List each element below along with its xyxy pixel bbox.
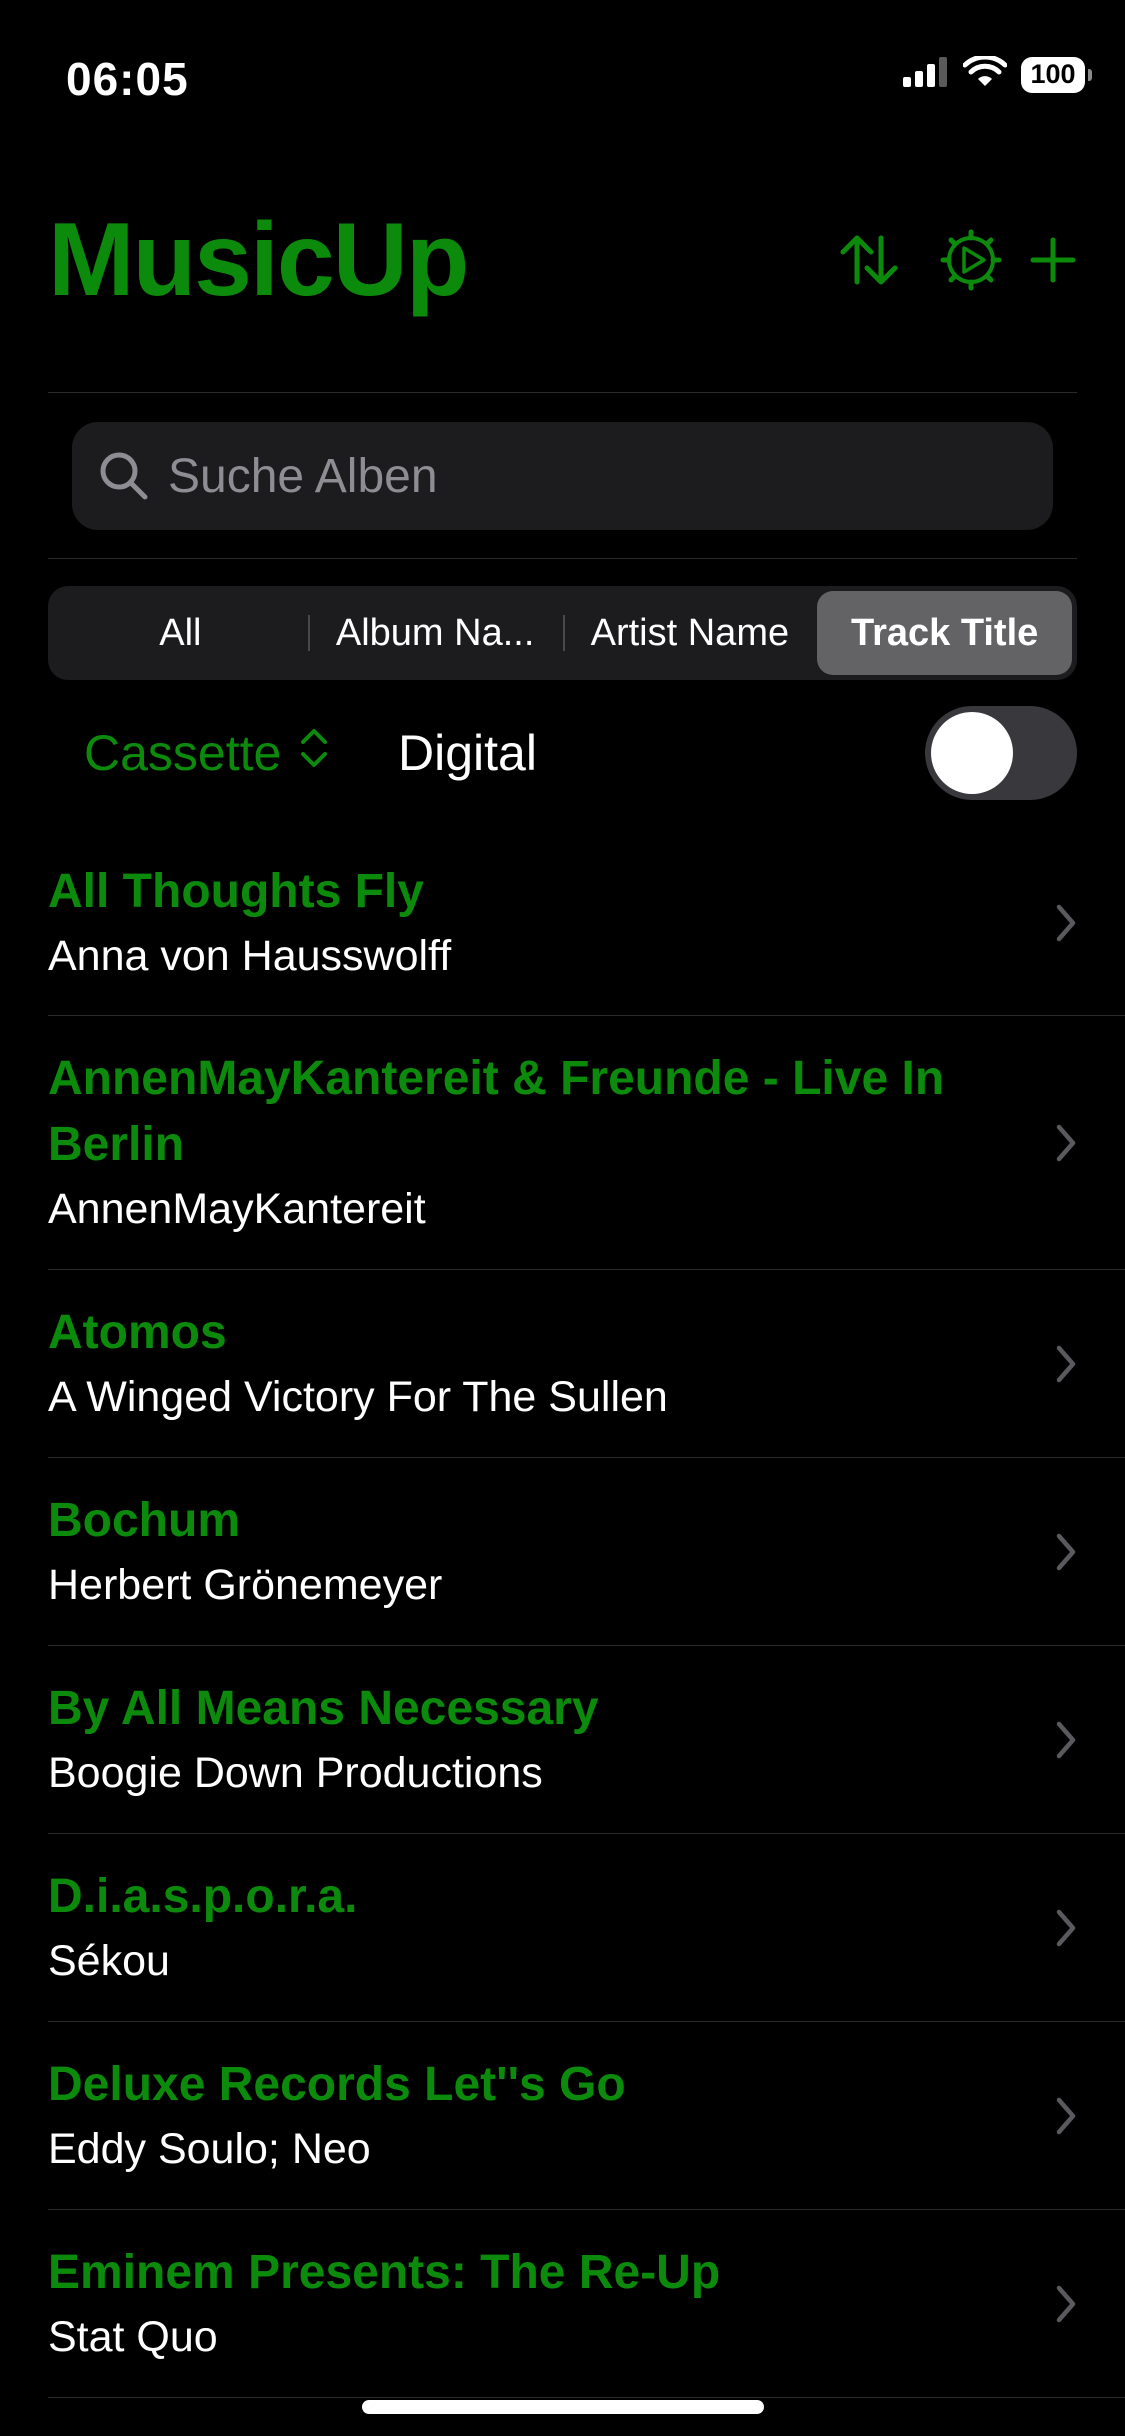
artist-name: A Winged Victory For The Sullen xyxy=(48,1373,668,1421)
filter-row: Cassette Digital xyxy=(48,700,1077,806)
chevron-up-down-icon xyxy=(299,724,329,782)
status-bar: 06:05 100 xyxy=(0,0,1125,150)
chevron-right-icon xyxy=(1056,1721,1076,1759)
artist-name: Herbert Grönemeyer xyxy=(48,1561,443,1609)
artist-name: Boogie Down Productions xyxy=(48,1749,543,1797)
album-title: By All Means Necessary xyxy=(48,1682,599,1735)
chevron-right-icon xyxy=(1056,1124,1076,1162)
list-item[interactable]: By All Means Necessary Boogie Down Produ… xyxy=(0,1646,1125,1834)
app-title: MusicUp xyxy=(48,202,469,318)
list-item-text: All Thoughts Fly Anna von Hausswolff xyxy=(48,859,1125,987)
status-icons: 100 xyxy=(903,54,1092,93)
chevron-right-icon xyxy=(1056,2097,1076,2135)
toggle-knob xyxy=(931,712,1013,794)
chevron-right-icon xyxy=(1056,904,1076,942)
status-time: 06:05 xyxy=(66,53,189,105)
artist-name: Eddy Soulo; Neo xyxy=(48,2125,371,2173)
media-type-picker[interactable]: Cassette xyxy=(84,700,329,806)
home-indicator[interactable] xyxy=(362,2400,764,2414)
header: MusicUp xyxy=(48,200,1077,320)
list-item-text: Atomos A Winged Victory For The Sullen xyxy=(48,1300,1125,1428)
list-item[interactable]: All Thoughts Fly Anna von Hausswolff xyxy=(0,830,1125,1016)
search-scope-segmented-control: All Album Na... Artist Name Track Title xyxy=(48,586,1077,680)
artist-name: Anna von Hausswolff xyxy=(48,932,452,980)
media-type-picker-label: Cassette xyxy=(84,725,282,781)
list-item[interactable]: AnnenMayKantereit & Freunde - Live In Be… xyxy=(0,1016,1125,1270)
header-divider xyxy=(48,392,1077,393)
sort-button[interactable] xyxy=(833,226,905,298)
list-item-text: By All Means Necessary Boogie Down Produ… xyxy=(48,1676,1125,1804)
artist-name: AnnenMayKantereit xyxy=(48,1185,426,1233)
chevron-right-icon xyxy=(1056,1345,1076,1383)
artist-name: Sékou xyxy=(48,1937,170,1985)
settings-icon xyxy=(940,229,1002,296)
battery-indicator: 100 xyxy=(1021,56,1092,93)
album-title: All Thoughts Fly xyxy=(48,865,424,918)
list-item-text: Bochum Herbert Grönemeyer xyxy=(48,1488,1125,1616)
artist-name: Stat Quo xyxy=(48,2313,218,2361)
list-item[interactable]: Bochum Herbert Grönemeyer xyxy=(0,1458,1125,1646)
album-title: D.i.a.s.p.o.r.a. xyxy=(48,1870,358,1923)
album-title: Deluxe Records Let''s Go xyxy=(48,2058,626,2111)
segment-track-title[interactable]: Track Title xyxy=(817,591,1072,675)
digital-toggle[interactable] xyxy=(925,706,1077,800)
cellular-signal-icon xyxy=(903,57,949,92)
album-list: All Thoughts Fly Anna von Hausswolff Ann… xyxy=(0,830,1125,2398)
search-input[interactable] xyxy=(166,447,1053,505)
add-icon xyxy=(1029,236,1077,289)
list-item[interactable]: Atomos A Winged Victory For The Sullen xyxy=(0,1270,1125,1458)
chevron-right-icon xyxy=(1056,2285,1076,2323)
search-icon xyxy=(96,448,152,504)
chevron-right-icon xyxy=(1056,1909,1076,1947)
search-divider xyxy=(48,558,1077,559)
list-item[interactable]: D.i.a.s.p.o.r.a. Sékou xyxy=(0,1834,1125,2022)
list-item-text: AnnenMayKantereit & Freunde - Live In Be… xyxy=(48,1046,1125,1240)
chevron-right-icon xyxy=(1056,1533,1076,1571)
wifi-icon xyxy=(962,54,1008,93)
album-title: Atomos xyxy=(48,1306,227,1359)
album-title: AnnenMayKantereit & Freunde - Live In Be… xyxy=(48,1052,945,1171)
segment-all[interactable]: All xyxy=(53,591,308,675)
settings-button[interactable] xyxy=(935,226,1007,298)
segment-album-name[interactable]: Album Na... xyxy=(307,591,563,675)
search-bar[interactable] xyxy=(72,422,1053,530)
album-title: Eminem Presents: The Re-Up xyxy=(48,2246,721,2299)
digital-label: Digital xyxy=(398,725,537,781)
list-item[interactable]: Eminem Presents: The Re-Up Stat Quo xyxy=(0,2210,1125,2398)
album-title: Bochum xyxy=(48,1494,240,1547)
list-item[interactable]: Deluxe Records Let''s Go Eddy Soulo; Neo xyxy=(0,2022,1125,2210)
list-item-text: Deluxe Records Let''s Go Eddy Soulo; Neo xyxy=(48,2052,1125,2180)
segment-artist-name[interactable]: Artist Name xyxy=(562,591,818,675)
sort-icon xyxy=(837,232,901,293)
list-item-text: Eminem Presents: The Re-Up Stat Quo xyxy=(48,2240,1125,2368)
list-item-text: D.i.a.s.p.o.r.a. Sékou xyxy=(48,1864,1125,1992)
add-album-button[interactable] xyxy=(1017,226,1089,298)
